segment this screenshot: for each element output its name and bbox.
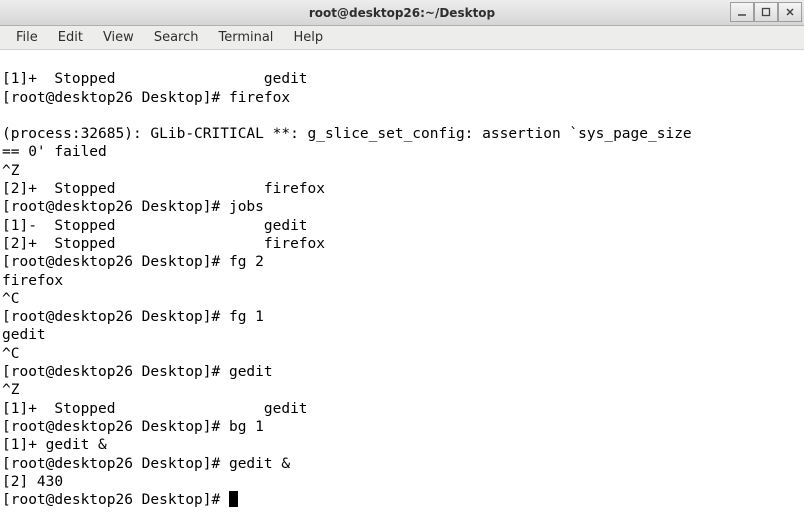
terminal-output: [1]+ Stopped gedit[root@desktop26 Deskto…	[2, 70, 802, 491]
terminal-line: [2]+ Stopped firefox	[2, 180, 802, 198]
close-button[interactable]	[778, 2, 802, 22]
terminal-line: [root@desktop26 Desktop]# jobs	[2, 198, 802, 216]
terminal-line: [1]+ gedit &	[2, 436, 802, 454]
minimize-button[interactable]	[730, 2, 754, 22]
window-title: root@desktop26:~/Desktop	[0, 6, 804, 20]
terminal-line	[2, 107, 802, 125]
terminal-line: ^Z	[2, 381, 802, 399]
terminal-line: firefox	[2, 272, 802, 290]
terminal-line: [root@desktop26 Desktop]# gedit &	[2, 455, 802, 473]
terminal-line: gedit	[2, 326, 802, 344]
terminal-line: == 0' failed	[2, 143, 802, 161]
terminal-line: [1]+ Stopped gedit	[2, 400, 802, 418]
terminal-line: (process:32685): GLib-CRITICAL **: g_sli…	[2, 125, 802, 143]
terminal-line: ^Z	[2, 162, 802, 180]
menu-view[interactable]: View	[93, 28, 144, 47]
terminal-line: [root@desktop26 Desktop]# firefox	[2, 89, 802, 107]
window-controls	[730, 2, 802, 22]
menu-help[interactable]: Help	[283, 28, 333, 47]
terminal-line: [root@desktop26 Desktop]# fg 2	[2, 253, 802, 271]
menu-search[interactable]: Search	[144, 28, 209, 47]
terminal-line: [1]+ Stopped gedit	[2, 70, 802, 88]
window-titlebar: root@desktop26:~/Desktop	[0, 0, 804, 26]
terminal-line: ^C	[2, 290, 802, 308]
terminal-prompt: [root@desktop26 Desktop]#	[2, 492, 229, 508]
terminal-cursor	[229, 491, 238, 507]
terminal-line: ^C	[2, 345, 802, 363]
terminal-line: [1]- Stopped gedit	[2, 217, 802, 235]
menu-file[interactable]: File	[6, 28, 48, 47]
terminal-line: [root@desktop26 Desktop]# fg 1	[2, 308, 802, 326]
terminal-line: [2] 430	[2, 473, 802, 491]
menubar: File Edit View Search Terminal Help	[0, 26, 804, 50]
maximize-button[interactable]	[754, 2, 778, 22]
terminal-line: [2]+ Stopped firefox	[2, 235, 802, 253]
menu-terminal[interactable]: Terminal	[208, 28, 283, 47]
terminal-area[interactable]: [1]+ Stopped gedit[root@desktop26 Deskto…	[0, 50, 804, 515]
terminal-line: [root@desktop26 Desktop]# bg 1	[2, 418, 802, 436]
terminal-line: [root@desktop26 Desktop]# gedit	[2, 363, 802, 381]
menu-edit[interactable]: Edit	[48, 28, 93, 47]
